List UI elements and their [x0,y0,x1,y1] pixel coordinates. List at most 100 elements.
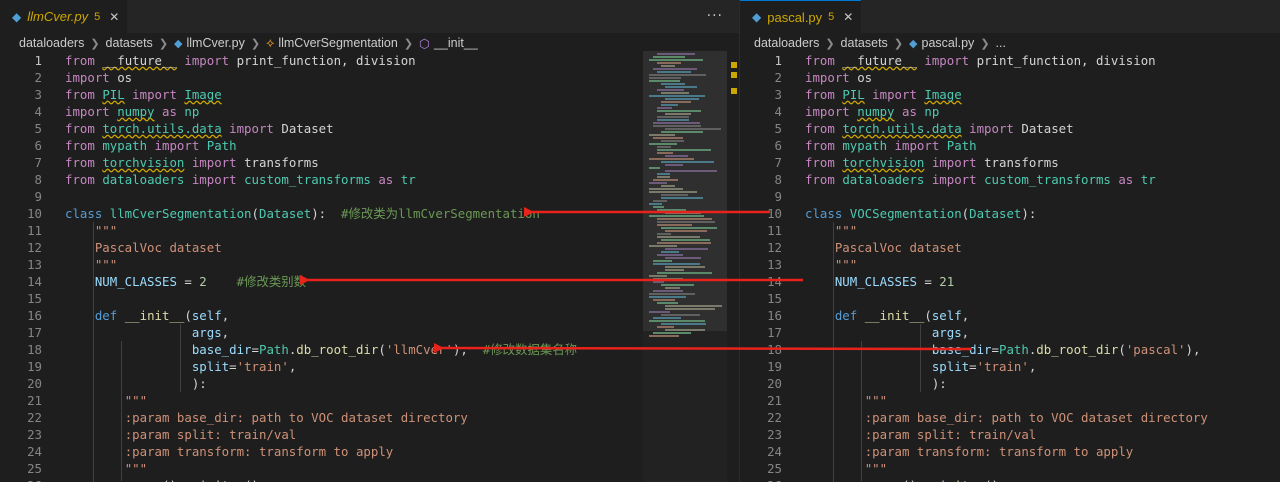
code-token: Image [924,87,962,102]
minimap[interactable] [643,51,727,482]
code-token: ): [65,376,207,391]
code-line[interactable]: 3 from PIL import Image [740,86,1280,103]
code-line[interactable]: 14 NUM_CLASSES = 2 #修改类别数 [0,273,739,290]
code-line[interactable]: 8 from dataloaders import custom_transfor… [0,171,739,188]
code-line[interactable]: 9 [0,188,739,205]
code-line[interactable]: 13 """ [0,256,739,273]
code-line[interactable]: 9 [740,188,1280,205]
code-line[interactable]: 6 from mypath import Path [740,137,1280,154]
minimap-line [653,125,702,127]
code-line[interactable]: 24 :param transform: transform to apply [740,443,1280,460]
breadcrumb: dataloaders ❯ datasets ❯ ◆ llmCver.py ❯ … [19,34,478,52]
breadcrumb-item[interactable]: ... [996,36,1006,50]
code-line[interactable]: 22 :param base_dir: path to VOC dataset … [0,409,739,426]
code-token: import [887,138,947,153]
code-line[interactable]: 20 ): [740,375,1280,392]
code-line[interactable]: 1 from __future__ import print_function, … [740,52,1280,69]
tab-llmcver[interactable]: ◆ llmCver.py 5 ✕ [0,0,128,33]
code-line[interactable]: 25 """ [0,460,739,477]
code-line[interactable]: 19 split='train', [0,358,739,375]
code-line[interactable]: 17 args, [0,324,739,341]
code-line[interactable]: 23 :param split: train/val [740,426,1280,443]
code-token: dataloaders [102,172,185,187]
code-line[interactable]: 7 from torchvision import transforms [740,154,1280,171]
code-line[interactable]: 15 [740,290,1280,307]
code-line[interactable]: 6 from mypath import Path [0,137,739,154]
breadcrumb-item[interactable]: dataloaders [754,36,819,50]
breadcrumb-item[interactable]: datasets [106,36,153,50]
code-line[interactable]: 16 def __init__(self, [0,307,739,324]
code-line[interactable]: 23 :param split: train/val [0,426,739,443]
line-number: 25 [27,461,42,476]
code-line[interactable]: 12 PascalVoc dataset [0,239,739,256]
breadcrumb-item[interactable]: llmCver.py [187,36,245,50]
code-line[interactable]: 2 import os [740,69,1280,86]
breadcrumb-item[interactable]: pascal.py [922,36,975,50]
editor-pane-right: ◆ pascal.py 5 ✕ dataloaders ❯ datasets ❯… [739,0,1280,482]
code-line[interactable]: 14 NUM_CLASSES = 21 [740,273,1280,290]
code-line[interactable]: 17 args, [740,324,1280,341]
code-line[interactable]: 10 class VOCSegmentation(Dataset): [740,205,1280,222]
code-line[interactable]: 5 from torch.utils.data import Dataset [740,120,1280,137]
code-line[interactable]: 21 """ [0,392,739,409]
minimap-line [665,113,692,115]
code-token: from [65,121,103,136]
code-line[interactable]: 11 """ [0,222,739,239]
code-line[interactable]: 12 PascalVoc dataset [740,239,1280,256]
code-line[interactable]: 26 super().__init__() [0,477,739,482]
code-line[interactable]: 19 split='train', [740,358,1280,375]
code-line[interactable]: 24 :param transform: transform to apply [0,443,739,460]
minimap-line [657,71,692,73]
code-line[interactable]: 1 from __future__ import print_function, … [0,52,739,69]
code-line[interactable]: 8 from dataloaders import custom_transfor… [740,171,1280,188]
python-file-icon: ◆ [752,10,762,24]
more-actions-icon[interactable]: ··· [707,8,723,24]
code-token: print_function, division [976,53,1156,68]
minimap-line [661,197,703,199]
line-number: 3 [774,87,782,102]
code-line[interactable]: 10 class llmCverSegmentation(Dataset): #修… [0,205,739,222]
code-line[interactable]: 15 [0,290,739,307]
line-number: 20 [767,376,782,391]
code-line[interactable]: 11 """ [740,222,1280,239]
code-line[interactable]: 18 base_dir=Path.db_root_dir('llmCver'),… [0,341,739,358]
code-line[interactable]: 20 ): [0,375,739,392]
chevron-right-icon: ❯ [158,37,169,50]
code-editor-right[interactable]: 1 from __future__ import print_function, … [740,51,1280,482]
minimap-line [653,56,686,58]
close-icon[interactable]: ✕ [843,10,853,24]
breadcrumb-item[interactable]: datasets [841,36,888,50]
code-line[interactable]: 25 """ [740,460,1280,477]
breadcrumb-item[interactable]: __init__ [434,36,478,50]
close-icon[interactable]: ✕ [109,10,119,24]
code-line[interactable]: 4 import numpy as np [0,103,739,120]
tab-pascal[interactable]: ◆ pascal.py 5 ✕ [740,0,862,33]
code-line[interactable]: 7 from torchvision import transforms [0,154,739,171]
code-token: torchvision [102,155,185,170]
code-line[interactable]: 3 from PIL import Image [0,86,739,103]
code-token: PascalVoc dataset [94,240,222,255]
breadcrumb-item[interactable]: dataloaders [19,36,84,50]
minimap-line [665,305,723,307]
code-line[interactable]: 2 import os [0,69,739,86]
code-token: Dataset [281,121,334,136]
line-number: 3 [34,87,42,102]
code-line[interactable]: 13 """ [740,256,1280,273]
code-line[interactable]: 18 base_dir=Path.db_root_dir('pascal'), [740,341,1280,358]
code-line[interactable]: 21 """ [740,392,1280,409]
breadcrumb-item[interactable]: llmCverSegmentation [278,36,398,50]
code-line[interactable]: 5 from torch.utils.data import Dataset [0,120,739,137]
code-line[interactable]: 26 super().__init__() [740,477,1280,482]
code-editor-left[interactable]: 1 from __future__ import print_function, … [0,51,739,482]
code-line[interactable]: 4 import numpy as np [740,103,1280,120]
code-token: torchvision [842,155,925,170]
code-line[interactable]: 22 :param base_dir: path to VOC dataset … [740,409,1280,426]
code-line[interactable]: 16 def __init__(self, [740,307,1280,324]
code-token: torch.utils.data [102,121,222,136]
